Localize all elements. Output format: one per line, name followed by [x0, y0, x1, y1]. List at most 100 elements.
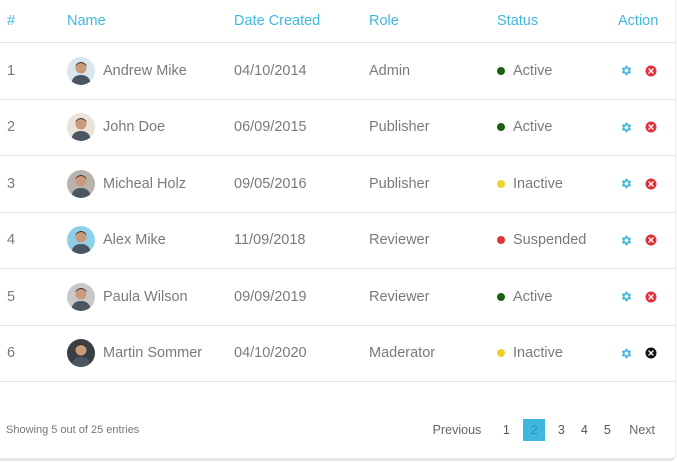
header-action: Action — [618, 0, 675, 43]
status-dot — [497, 66, 505, 75]
date-created: 06/09/2015 — [234, 99, 369, 156]
status-cell: Inactive — [497, 325, 618, 382]
row-number: 6 — [0, 325, 67, 382]
gear-icon[interactable] — [620, 234, 633, 247]
users-table: # Name Date Created Role Status Action 1… — [0, 0, 675, 382]
row-number: 1 — [0, 42, 67, 100]
gear-icon[interactable] — [620, 177, 633, 190]
pagination-pages: 12345 — [495, 419, 619, 441]
row-number: 4 — [0, 212, 67, 269]
header-date-created[interactable]: Date Created — [234, 0, 369, 43]
status-label: Active — [513, 62, 553, 79]
table-header: # Name Date Created Role Status Action — [0, 0, 675, 43]
gear-icon[interactable] — [620, 347, 633, 360]
user-role: Publisher — [369, 99, 497, 156]
action-cell — [618, 155, 675, 213]
user-role: Reviewer — [369, 268, 497, 326]
date-created: 04/10/2014 — [234, 42, 369, 100]
pagination-page-2[interactable]: 2 — [523, 419, 546, 441]
header-name[interactable]: Name — [67, 0, 234, 43]
table-body: 1 Andrew Mike 04/10/2014 Admin Active 2 John D… — [0, 42, 675, 382]
row-number: 5 — [0, 268, 67, 326]
users-table-card: # Name Date Created Role Status Action 1… — [0, 0, 676, 461]
status-dot — [497, 179, 505, 188]
gear-icon[interactable] — [620, 64, 633, 77]
avatar — [67, 113, 95, 142]
date-created: 04/10/2020 — [234, 325, 369, 382]
table-footer: Showing 5 out of 25 entries Previous 123… — [0, 412, 675, 448]
table-row: 4 Alex Mike 11/09/2018 Reviewer Suspended — [0, 212, 675, 269]
delete-icon[interactable] — [645, 347, 657, 359]
name-cell: Alex Mike — [67, 212, 234, 269]
status-label: Inactive — [513, 175, 563, 192]
table-row: 1 Andrew Mike 04/10/2014 Admin Active — [0, 42, 675, 100]
status-label: Inactive — [513, 345, 563, 362]
header-number[interactable]: # — [0, 0, 67, 43]
header-row: # Name Date Created Role Status Action — [0, 0, 675, 43]
action-cell — [618, 325, 675, 382]
status-dot — [497, 292, 505, 301]
table-row: 2 John Doe 06/09/2015 Publisher Active — [0, 99, 675, 156]
pagination: Previous 12345 Next — [433, 419, 655, 441]
pagination-page-1[interactable]: 1 — [495, 423, 517, 437]
date-created: 09/05/2016 — [234, 155, 369, 213]
user-name: Micheal Holz — [103, 175, 186, 192]
status-cell: Active — [497, 42, 618, 100]
name-cell: Andrew Mike — [67, 42, 234, 100]
status-label: Suspended — [513, 232, 587, 249]
name-cell: Paula Wilson — [67, 268, 234, 326]
delete-icon[interactable] — [645, 121, 657, 133]
pagination-page-5[interactable]: 5 — [596, 423, 618, 437]
avatar — [67, 226, 95, 255]
pagination-previous[interactable]: Previous — [433, 423, 482, 437]
entries-info: Showing 5 out of 25 entries — [6, 424, 140, 436]
user-name: Martin Sommer — [103, 345, 203, 362]
status-cell: Active — [497, 268, 618, 326]
name-cell: John Doe — [67, 99, 234, 156]
table-row: 3 Micheal Holz 09/05/2016 Publisher Inactive — [0, 155, 675, 213]
status-cell: Suspended — [497, 212, 618, 269]
user-name: John Doe — [103, 119, 166, 136]
avatar — [67, 339, 95, 368]
status-dot — [497, 236, 505, 245]
date-created: 11/09/2018 — [234, 212, 369, 269]
gear-icon[interactable] — [620, 290, 633, 303]
user-name: Alex Mike — [103, 232, 166, 249]
pagination-page-3[interactable]: 3 — [550, 423, 572, 437]
user-role: Reviewer — [369, 212, 497, 269]
delete-icon[interactable] — [645, 178, 657, 190]
status-dot — [497, 349, 505, 358]
gear-icon[interactable] — [620, 121, 633, 134]
delete-icon[interactable] — [645, 234, 657, 246]
avatar — [67, 282, 95, 311]
date-created: 09/09/2019 — [234, 268, 369, 326]
pagination-next[interactable]: Next — [629, 423, 655, 437]
status-cell: Inactive — [497, 155, 618, 213]
status-cell: Active — [497, 99, 618, 156]
delete-icon[interactable] — [645, 291, 657, 303]
user-name: Paula Wilson — [103, 288, 188, 305]
row-number: 3 — [0, 155, 67, 213]
avatar — [67, 56, 95, 85]
pagination-page-4[interactable]: 4 — [573, 423, 595, 437]
user-role: Publisher — [369, 155, 497, 213]
status-label: Active — [513, 119, 553, 136]
status-dot — [497, 123, 505, 132]
table-row: 6 Martin Sommer 04/10/2020 Maderator Inactiv… — [0, 325, 675, 382]
name-cell: Martin Sommer — [67, 325, 234, 382]
name-cell: Micheal Holz — [67, 155, 234, 213]
avatar — [67, 169, 95, 198]
user-name: Andrew Mike — [103, 62, 187, 79]
user-role: Maderator — [369, 325, 497, 382]
action-cell — [618, 212, 675, 269]
header-role[interactable]: Role — [369, 0, 497, 43]
header-status[interactable]: Status — [497, 0, 618, 43]
status-label: Active — [513, 288, 553, 305]
user-role: Admin — [369, 42, 497, 100]
action-cell — [618, 99, 675, 156]
delete-icon[interactable] — [645, 65, 657, 77]
action-cell — [618, 268, 675, 326]
action-cell — [618, 42, 675, 100]
table-row: 5 Paula Wilson 09/09/2019 Reviewer Active — [0, 268, 675, 326]
row-number: 2 — [0, 99, 67, 156]
